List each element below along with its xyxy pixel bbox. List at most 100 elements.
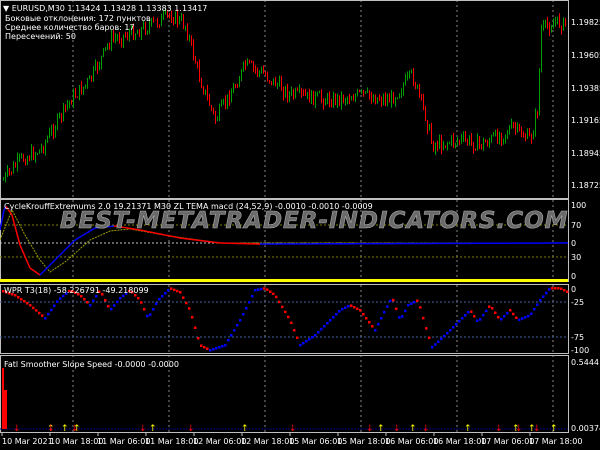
- wpr-dot: [368, 321, 371, 324]
- symbol-header[interactable]: ▼ EURUSD,M30 1.13424 1.13428 1.13383 1.1…: [3, 4, 207, 13]
- wpr-dot: [479, 318, 482, 321]
- up-arrow-icon: ↑: [550, 424, 558, 434]
- macd-line: [43, 268, 47, 272]
- wpr-dot: [497, 316, 500, 319]
- wpr-dot: [365, 317, 368, 320]
- macd-line: [15, 229, 19, 238]
- wpr-dot: [197, 337, 200, 340]
- wpr-dot: [314, 334, 317, 337]
- macd-line: [59, 252, 63, 256]
- wpr-dot: [110, 307, 113, 311]
- macd-line: [25, 258, 29, 264]
- wpr-dot: [95, 295, 98, 298]
- macd-line: [21, 249, 25, 255]
- wpr-dot: [221, 345, 224, 348]
- price-label: 1.19385: [571, 84, 600, 93]
- time-label: 11 Mar 06:00: [97, 437, 151, 446]
- wpr-dot: [41, 314, 44, 317]
- wpr-dot: [551, 287, 554, 290]
- wpr-dot: [407, 304, 410, 307]
- wpr-dot: [350, 304, 353, 307]
- wpr-dot: [410, 302, 413, 305]
- wpr-dot: [20, 298, 23, 301]
- wpr-dot: [539, 299, 542, 302]
- macd-line: [69, 242, 73, 246]
- wpr-dot: [353, 306, 356, 309]
- wpr-dot: [416, 299, 419, 302]
- wpr-dot: [452, 326, 455, 329]
- dropdown-triangle-icon[interactable]: ▼: [3, 4, 12, 13]
- macd-line: [67, 244, 71, 248]
- macd-line: [27, 263, 31, 269]
- macd-line: [29, 267, 33, 271]
- wpr-dot: [398, 316, 401, 319]
- down-arrow-icon: ↓: [495, 424, 503, 434]
- wpr-dot: [212, 348, 215, 351]
- wpr-dot: [434, 343, 437, 346]
- up-arrow-icon: ↑: [241, 424, 249, 434]
- wpr-dot: [443, 334, 446, 338]
- wpr-dot: [272, 292, 275, 296]
- wpr-dot: [437, 340, 440, 343]
- wpr-dot: [140, 301, 143, 304]
- wpr-dot: [536, 303, 539, 306]
- wpr-dot: [500, 318, 503, 321]
- time-label: 16 Mar 18:00: [433, 437, 487, 446]
- wpr-dot: [44, 317, 47, 320]
- down-arrow-icon: ↓: [71, 424, 79, 434]
- wpr-dot: [194, 326, 197, 329]
- down-arrow-icon: ↓: [515, 424, 523, 434]
- wpr-dot: [557, 287, 560, 290]
- wpr-dot: [239, 319, 242, 322]
- macd-line: [57, 254, 61, 258]
- time-label: 15 Mar 06:00: [289, 437, 343, 446]
- wpr-dot: [224, 344, 227, 347]
- macd-line: [75, 237, 79, 241]
- wpr-dot: [509, 309, 512, 312]
- wpr-dot: [560, 287, 563, 290]
- wpr-dot: [59, 297, 62, 300]
- wpr-level: -100: [571, 346, 590, 355]
- macd-line: [61, 250, 65, 254]
- indicator1-title: CycleKrouffExtremums 2.0 19.21371 M30 ZL…: [4, 202, 373, 211]
- fatl-bar: [4, 390, 7, 429]
- indicator1-level: 100: [571, 201, 587, 210]
- down-arrow-icon: ↓: [533, 424, 541, 434]
- wpr-dot: [404, 309, 407, 313]
- wpr-dot: [26, 302, 29, 305]
- wpr-dot: [554, 287, 557, 290]
- down-arrow-icon: ↓: [47, 424, 55, 434]
- wpr-dot: [464, 314, 467, 317]
- indicator1-level: 70: [571, 221, 582, 230]
- wpr-dot: [257, 288, 260, 291]
- wpr-dot: [515, 316, 518, 319]
- wpr-dot: [362, 313, 365, 316]
- wpr-dot: [308, 338, 311, 341]
- wpr-dot: [467, 311, 470, 314]
- wpr-dot: [263, 287, 266, 290]
- wpr-dot: [392, 298, 395, 302]
- wpr-dot: [254, 289, 257, 292]
- wpr-dot: [299, 344, 302, 347]
- indicator1-level: 0: [571, 272, 577, 281]
- macd-line: [1, 209, 5, 221]
- time-label: 12 Mar 06:00: [193, 437, 247, 446]
- wpr-dot: [137, 297, 140, 300]
- wpr-dot: [356, 307, 359, 310]
- macd-line: [41, 270, 45, 274]
- macd-line: [19, 244, 23, 250]
- wpr-dot: [233, 329, 236, 332]
- time-label: 17 Mar 06:00: [481, 437, 535, 446]
- wpr-dot: [530, 312, 533, 315]
- wpr-dot: [260, 287, 263, 291]
- down-arrow-icon: ↓: [422, 424, 430, 434]
- wpr-dot: [152, 308, 155, 311]
- wpr-dot: [380, 317, 383, 320]
- price-label: 1.19825: [571, 18, 600, 27]
- wpr-level: -25: [571, 298, 585, 307]
- wpr-dot: [203, 346, 206, 349]
- wpr-dot: [182, 296, 185, 299]
- down-arrow-icon: ↓: [366, 424, 374, 434]
- time-label: 16 Mar 06:00: [385, 437, 439, 446]
- macd-line: [23, 253, 27, 260]
